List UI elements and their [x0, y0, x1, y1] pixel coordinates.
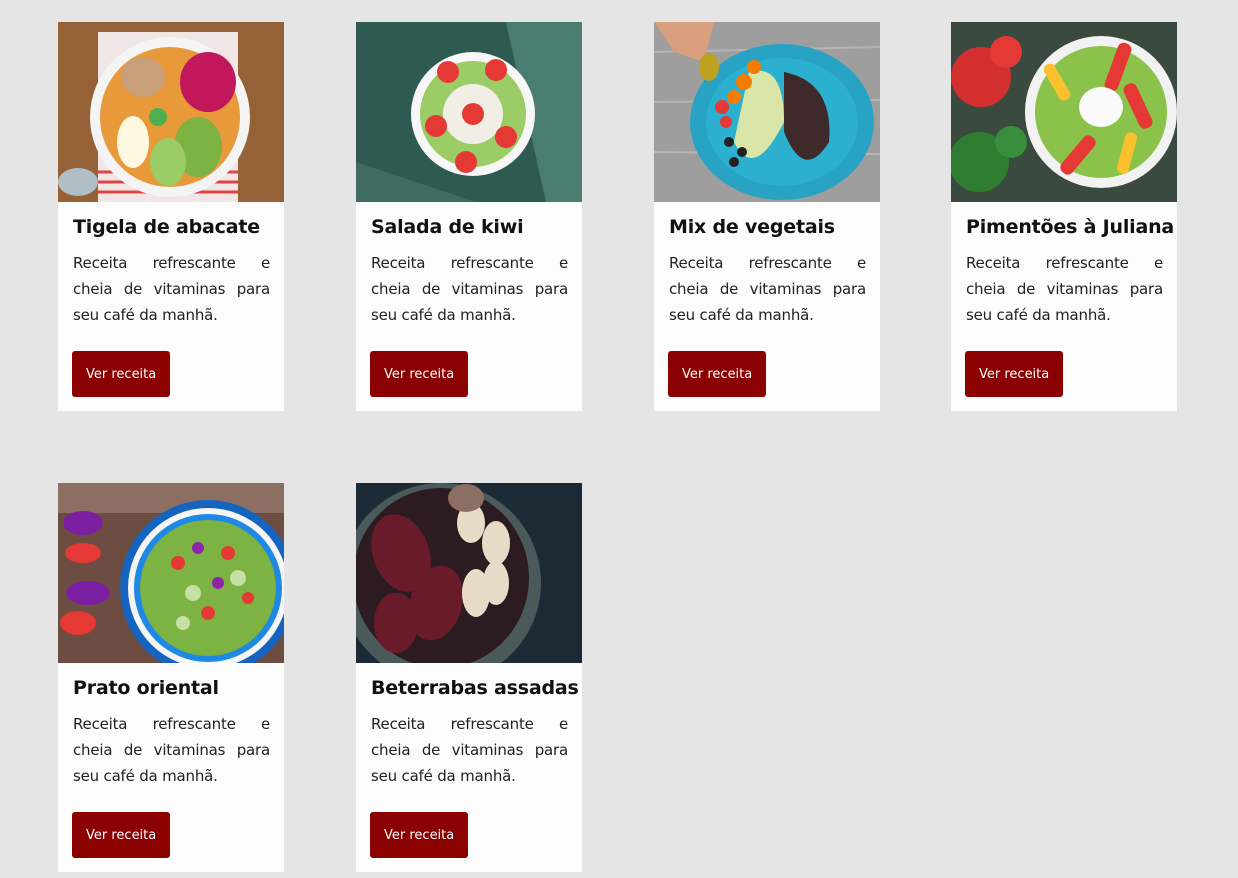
recipe-description: Receita refrescante e cheia de vitaminas…: [371, 715, 568, 785]
view-recipe-button[interactable]: Ver receita: [668, 351, 767, 397]
recipe-description: Receita refrescante e cheia de vitaminas…: [966, 254, 1163, 324]
view-recipe-button[interactable]: Ver receita: [965, 351, 1064, 397]
recipe-title: Salada de kiwi: [371, 216, 524, 238]
recipe-title: Pimentões à Juliana: [966, 216, 1175, 238]
recipe-title: Mix de vegetais: [669, 216, 835, 238]
recipe-card: Prato oriental Receita refrescante e che…: [58, 483, 284, 872]
recipe-card: Mix de vegetais Receita refrescante e ch…: [654, 22, 880, 411]
acai-bowl-photo: [58, 22, 284, 202]
oriental-salad-photo: [58, 483, 284, 663]
recipe-card: Salada de kiwi Receita refrescante e che…: [356, 22, 582, 411]
recipe-description: Receita refrescante e cheia de vitaminas…: [73, 715, 270, 785]
view-recipe-button[interactable]: Ver receita: [72, 351, 171, 397]
roasted-beets-photo: [356, 483, 582, 663]
recipe-grid: Tigela de abacate Receita refrescante e …: [0, 0, 1238, 878]
recipe-description: Receita refrescante e cheia de vitaminas…: [669, 254, 866, 324]
recipe-card: Tigela de abacate Receita refrescante e …: [58, 22, 284, 411]
vegetable-plate-photo: [654, 22, 880, 202]
view-recipe-button[interactable]: Ver receita: [370, 812, 469, 858]
recipe-card: Beterrabas assadas Receita refrescante e…: [356, 483, 582, 872]
recipe-title: Tigela de abacate: [73, 216, 260, 238]
recipe-description: Receita refrescante e cheia de vitaminas…: [73, 254, 270, 324]
peppers-salad-photo: [951, 22, 1177, 202]
kiwi-bowl-photo: [356, 22, 582, 202]
recipe-card: Pimentões à Juliana Receita refrescante …: [951, 22, 1177, 411]
view-recipe-button[interactable]: Ver receita: [72, 812, 171, 858]
recipe-title: Beterrabas assadas: [371, 677, 579, 699]
recipe-description: Receita refrescante e cheia de vitaminas…: [371, 254, 568, 324]
view-recipe-button[interactable]: Ver receita: [370, 351, 469, 397]
recipe-title: Prato oriental: [73, 677, 219, 699]
